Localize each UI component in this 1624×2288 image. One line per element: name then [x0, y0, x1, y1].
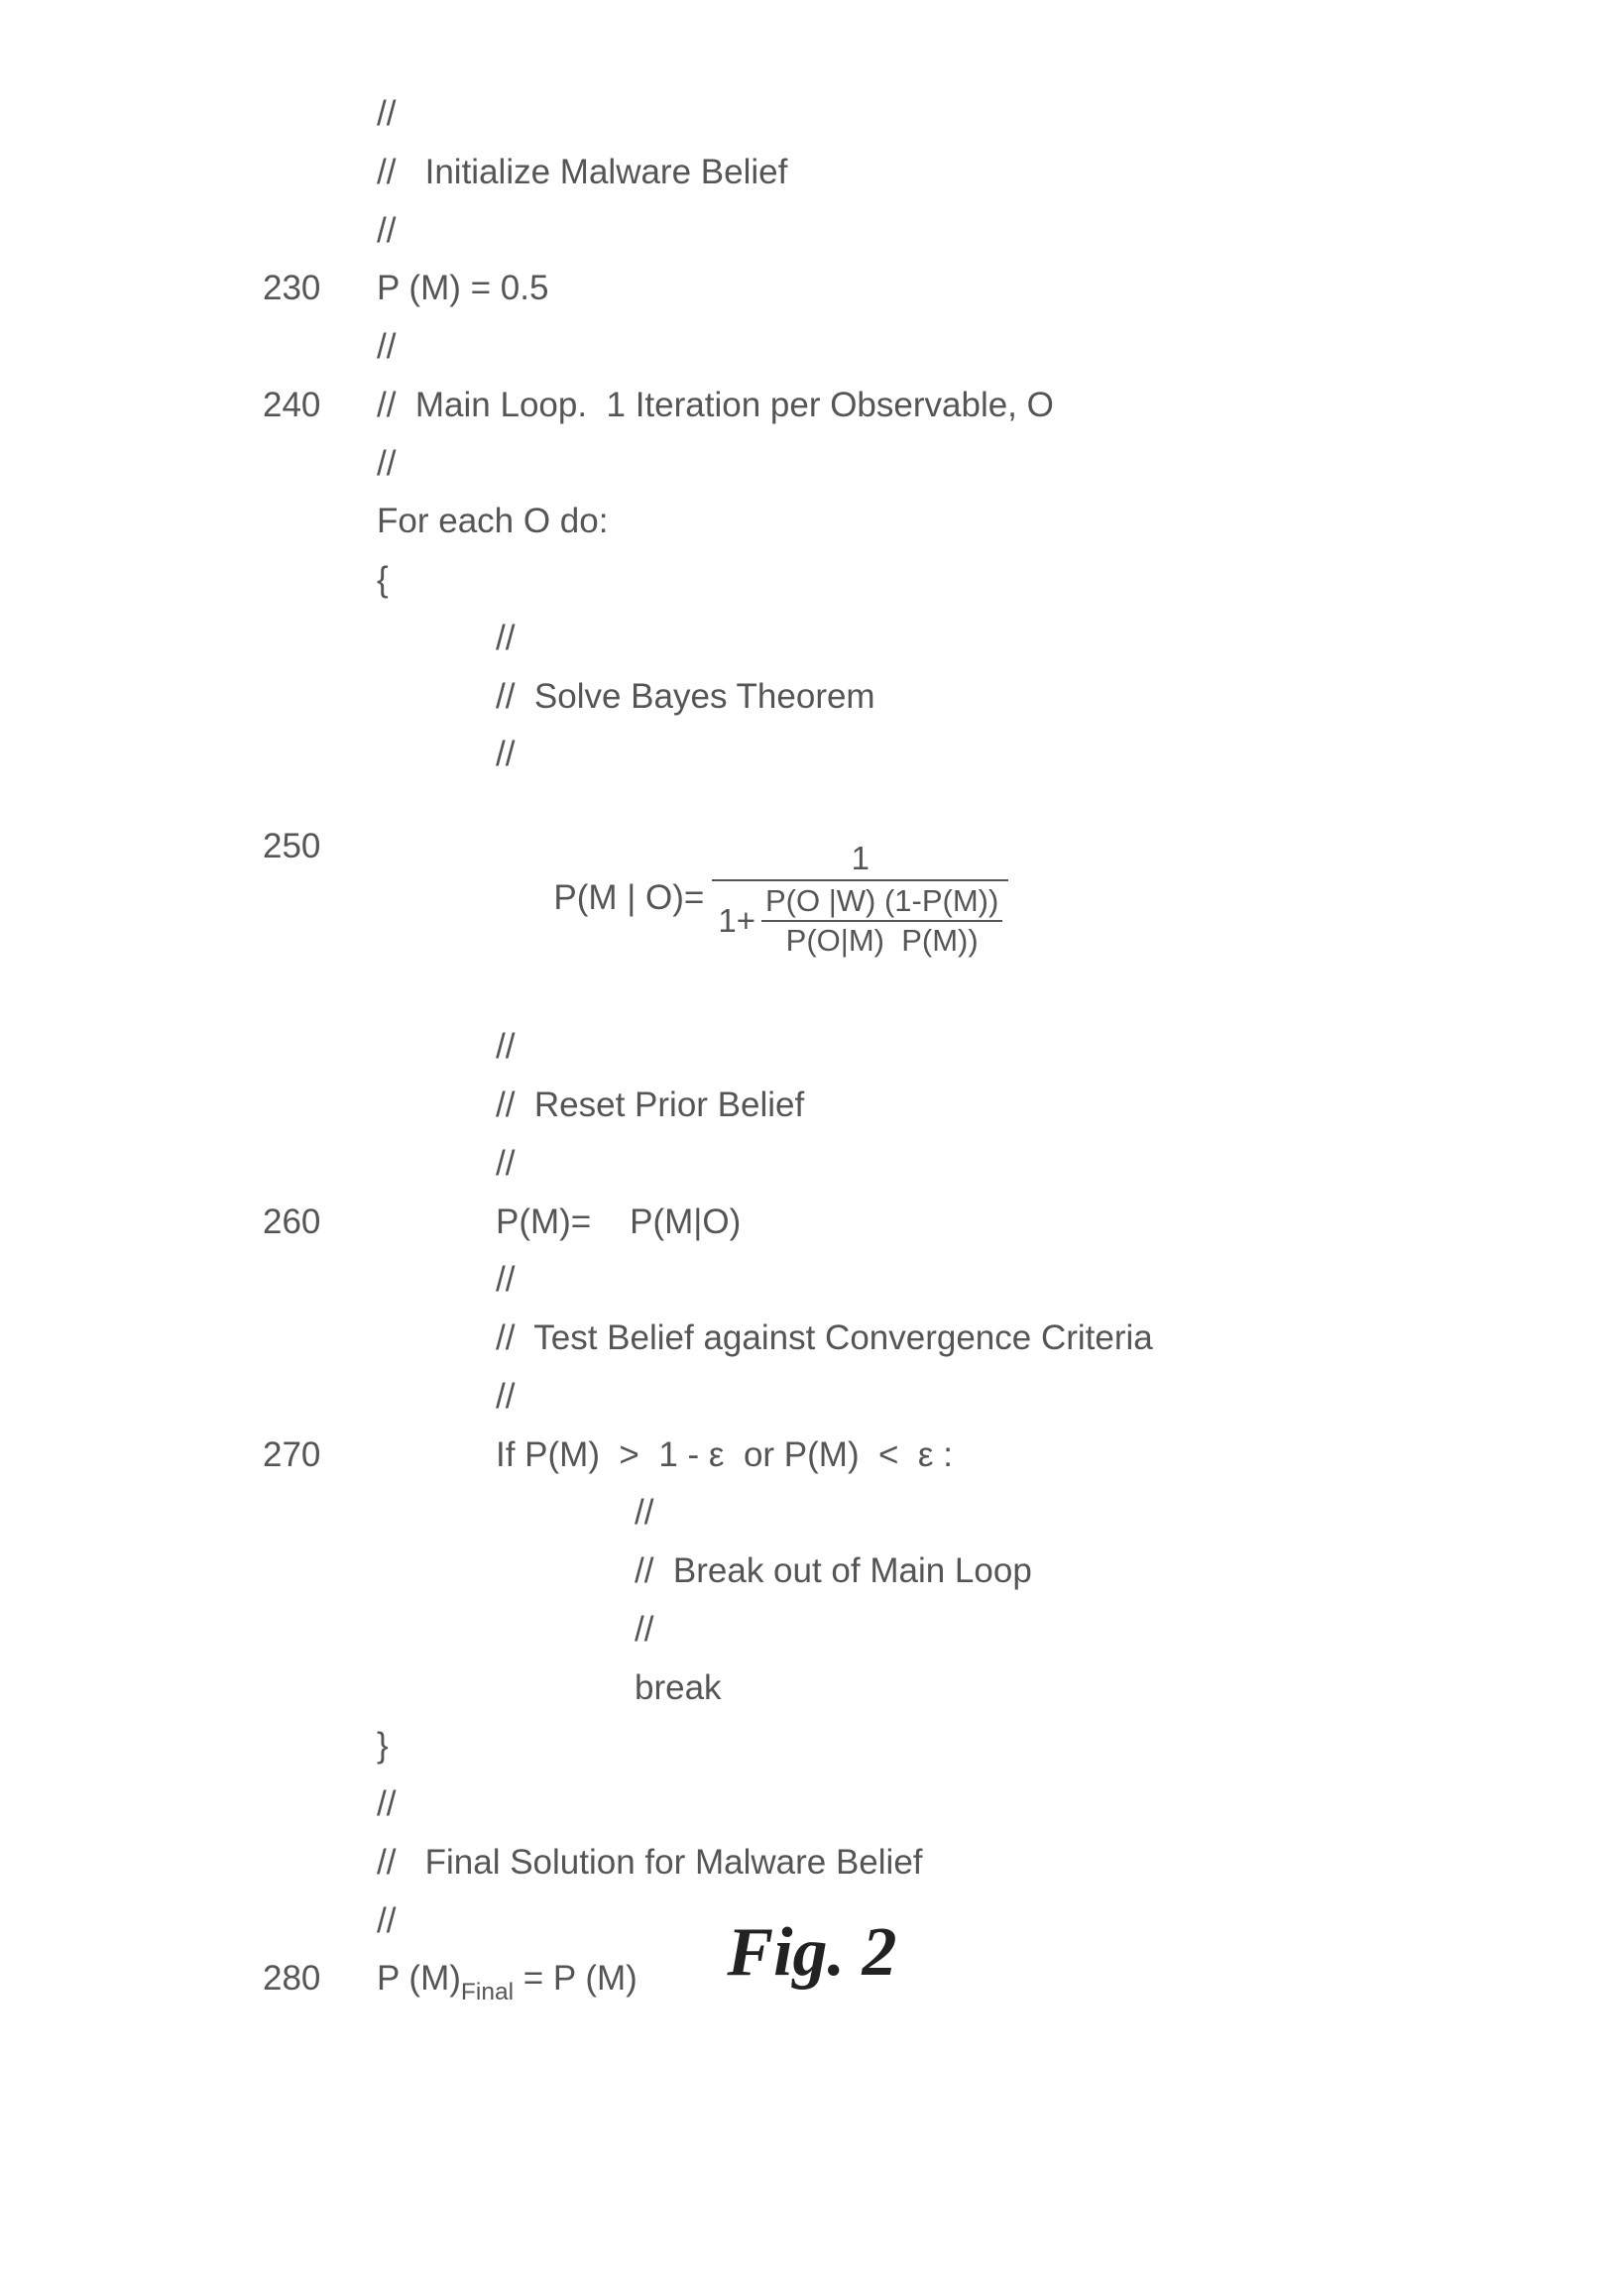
- comment: //: [377, 206, 1353, 257]
- comment: //: [377, 1372, 1353, 1423]
- close-brace: }: [377, 1721, 1353, 1772]
- comment: //: [377, 1605, 1353, 1656]
- comment: // Final Solution for Malware Belief: [377, 1838, 1353, 1888]
- comment: //: [377, 730, 1353, 780]
- break-statement: break: [377, 1663, 1353, 1714]
- pseudocode-listing: // // Initialize Malware Belief // 230P …: [263, 89, 1353, 2016]
- comment: //: [377, 439, 1353, 490]
- lineno-250: 250: [263, 788, 377, 872]
- for-statement: For each O do:: [377, 497, 1353, 547]
- comment: //: [377, 322, 1353, 373]
- bayes-inner-num: P(O |W) (1-P(M)): [761, 883, 1002, 922]
- lineno-260: 260: [263, 1198, 377, 1248]
- comment: //: [377, 1488, 1353, 1539]
- comment: //: [377, 1022, 1353, 1073]
- bayes-numerator: 1: [846, 839, 875, 880]
- open-brace: {: [377, 555, 1353, 606]
- comment: // Test Belief against Convergence Crite…: [377, 1314, 1353, 1364]
- comment: //: [377, 614, 1353, 664]
- comment: //: [377, 1255, 1353, 1306]
- bayes-formula: P(M | O)= 1 1+ P(O |W) (1-P(M)) P(O|M) P…: [377, 788, 1353, 1008]
- comment: //: [377, 89, 1353, 140]
- comment: // Initialize Malware Belief: [377, 148, 1353, 198]
- reset-prior: P(M)= P(M|O): [377, 1198, 1353, 1248]
- bayes-inner-den: P(O|M) P(M)): [782, 922, 983, 959]
- figure-caption: Fig. 2: [0, 1913, 1624, 1993]
- main-loop-comment: // Main Loop. 1 Iteration per Observable…: [377, 381, 1353, 431]
- init-statement: P (M) = 0.5: [377, 264, 1353, 314]
- bayes-den-prefix: 1+: [718, 901, 755, 941]
- lineno-240: 240: [263, 381, 377, 431]
- comment: // Break out of Main Loop: [377, 1546, 1353, 1597]
- comment: // Reset Prior Belief: [377, 1081, 1353, 1131]
- lineno-230: 230: [263, 264, 377, 314]
- comment: //: [377, 1139, 1353, 1190]
- comment: //: [377, 1779, 1353, 1830]
- convergence-test: If P(M) > 1 - ε or P(M) < ε :: [377, 1430, 1353, 1481]
- comment: // Solve Bayes Theorem: [377, 672, 1353, 723]
- lineno-270: 270: [263, 1430, 377, 1481]
- bayes-lhs: P(M | O)=: [553, 873, 704, 924]
